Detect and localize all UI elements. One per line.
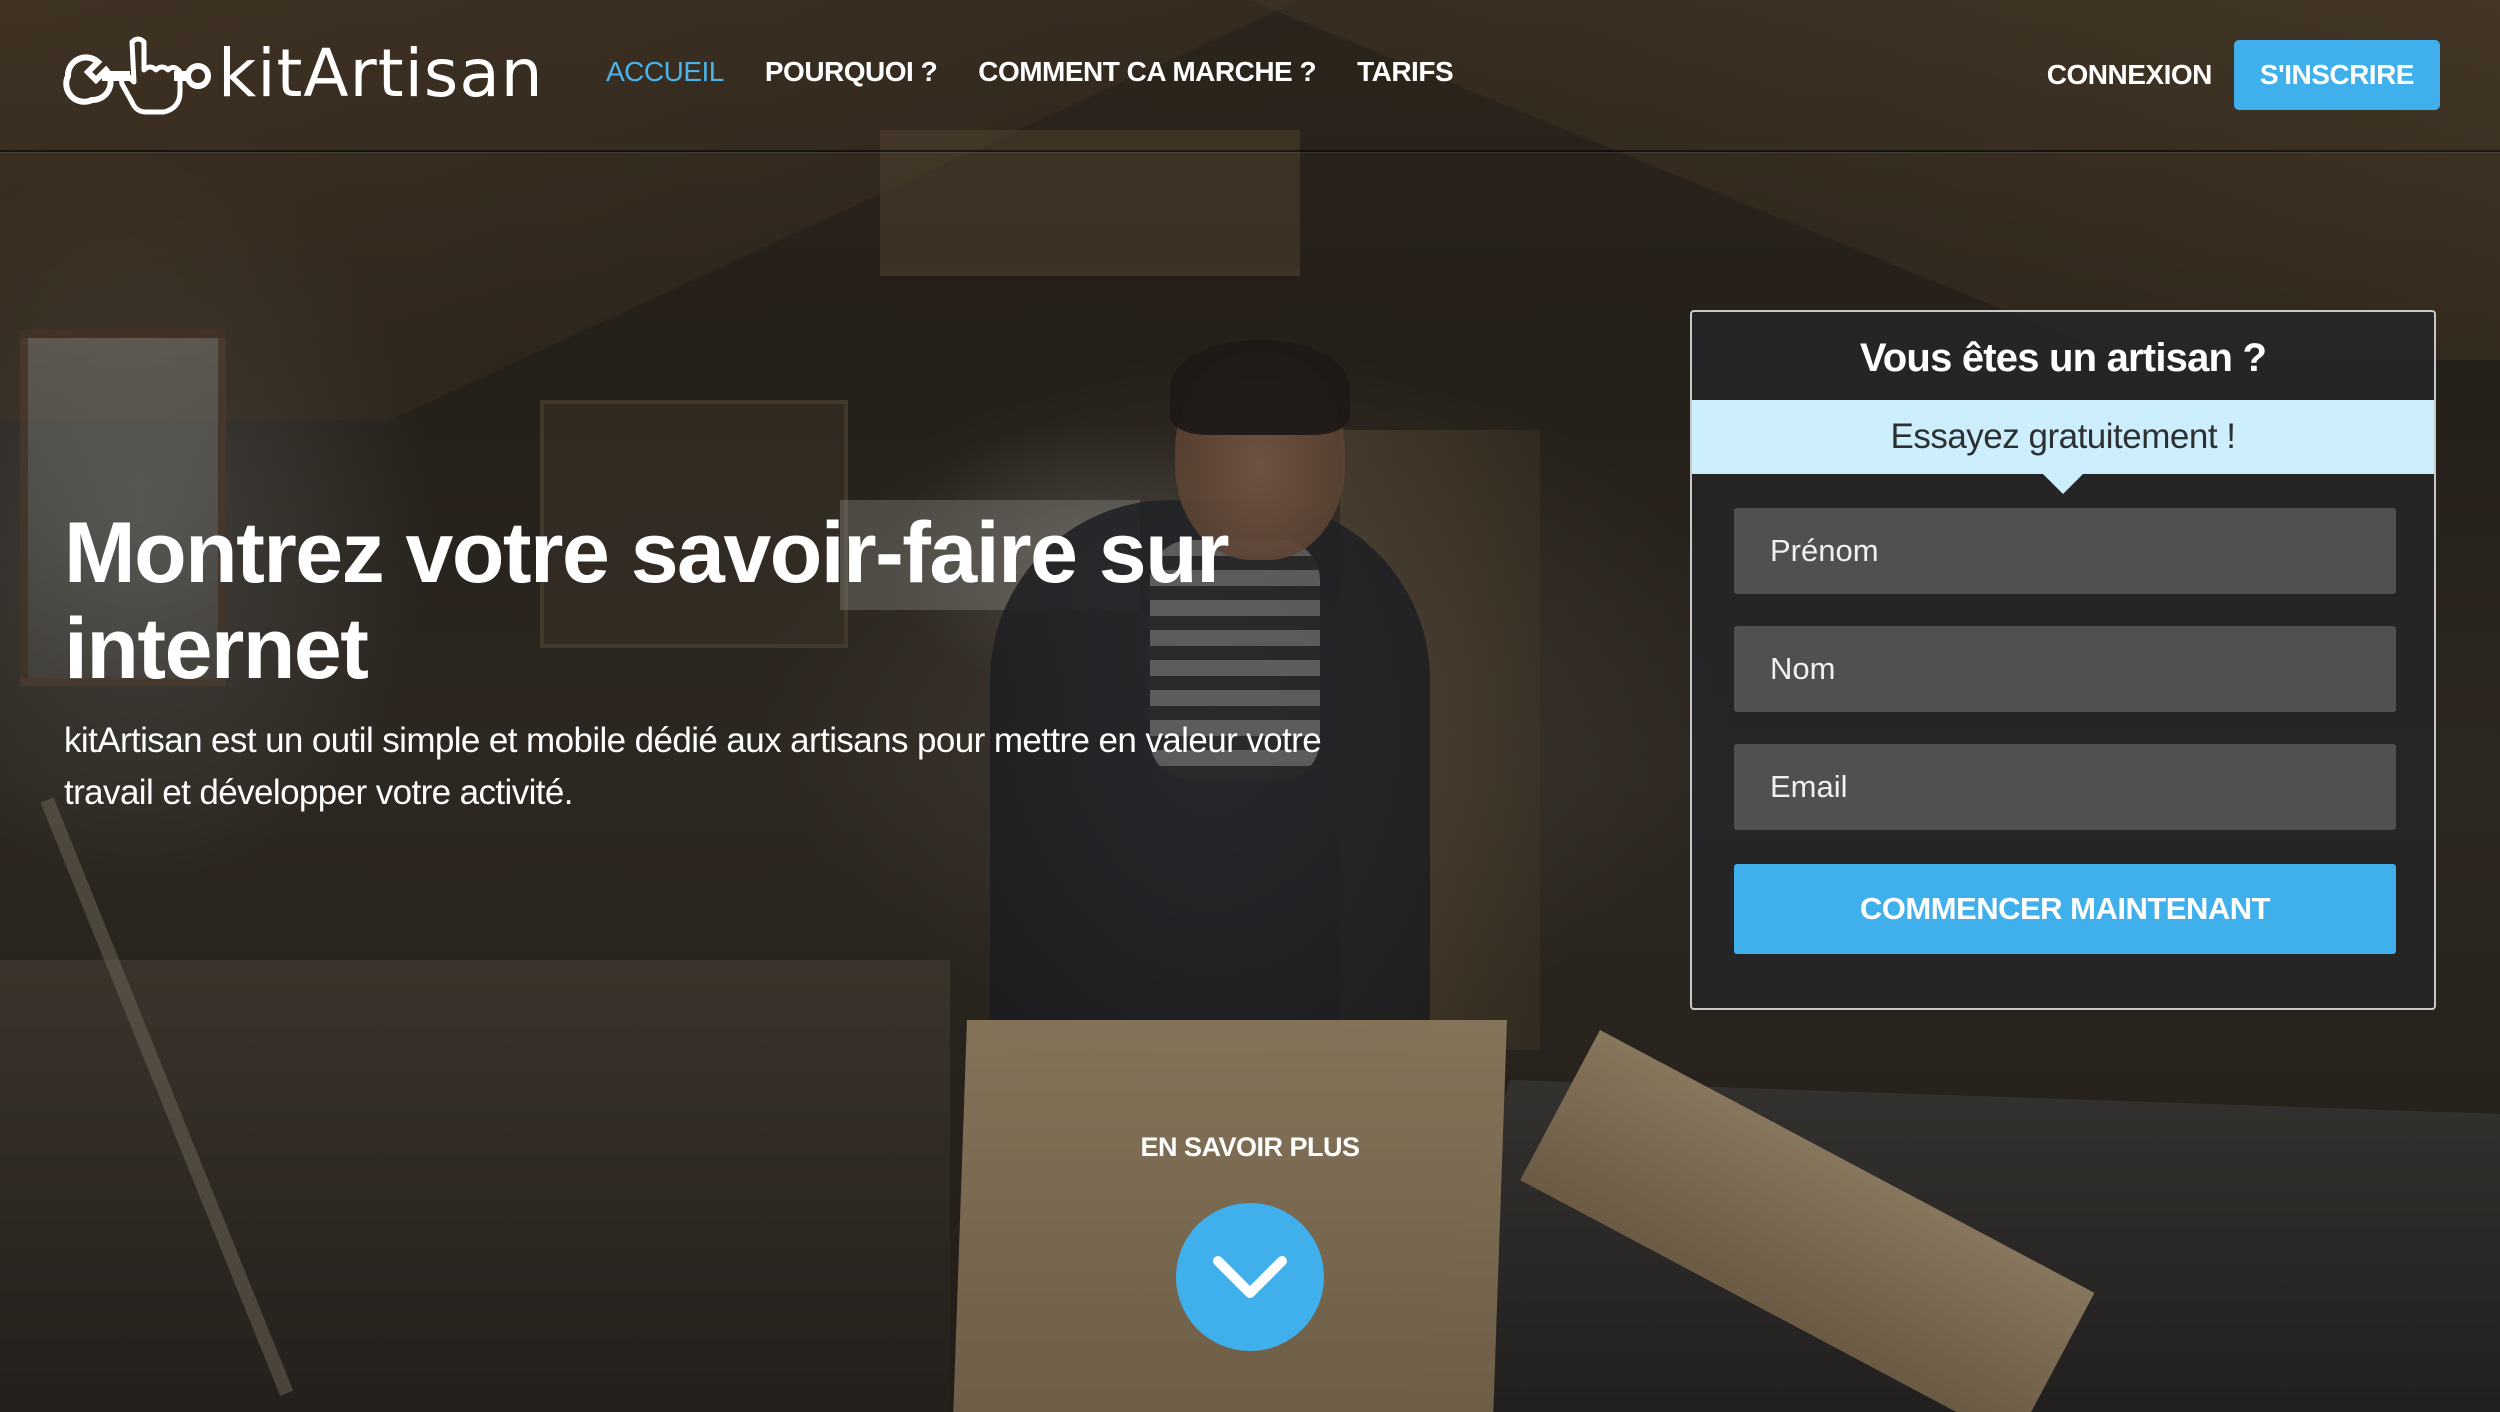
nav-link-accueil[interactable]: ACCUEIL (606, 56, 724, 88)
chevron-down-icon (1213, 1256, 1287, 1298)
start-now-button[interactable]: COMMENCER MAINTENANT (1734, 864, 2396, 954)
hero-subtitle: kitArtisan est un outil simple et mobile… (64, 721, 1322, 812)
nav-account-actions: CONNEXION S'INSCRIRE (2047, 40, 2440, 110)
free-trial-banner: Essayez gratuitement ! (1692, 400, 2434, 494)
learn-more-section: EN SAVOIR PLUS (1100, 1132, 1400, 1351)
signup-card: Vous êtes un artisan ? Essayez gratuitem… (1690, 310, 2436, 1010)
top-navbar: kitArtisan ACCUEIL POURQUOI ? COMMENT CA… (0, 0, 2500, 152)
brand-logo[interactable]: kitArtisan (62, 28, 544, 118)
scroll-down-button[interactable] (1176, 1203, 1324, 1351)
hero-title: Montrez votre savoir-faire sur internet (64, 505, 1230, 697)
nav-link-pourquoi[interactable]: POURQUOI ? (765, 56, 938, 88)
main-nav: ACCUEIL POURQUOI ? COMMENT CA MARCHE ? T… (606, 56, 1494, 88)
hero-section: Montrez votre savoir-faire sur internet … (64, 505, 1464, 819)
email-field[interactable] (1734, 744, 2396, 830)
signup-button[interactable]: S'INSCRIRE (2233, 40, 2440, 110)
login-link[interactable]: CONNEXION (2047, 59, 2213, 91)
landing-page: kitArtisan ACCUEIL POURQUOI ? COMMENT CA… (0, 0, 2500, 1412)
nav-link-comment-ca-marche[interactable]: COMMENT CA MARCHE ? (978, 56, 1316, 88)
brand-name: kitArtisan (218, 34, 544, 112)
nav-link-tarifs[interactable]: TARIFS (1357, 56, 1454, 88)
signup-card-title: Vous êtes un artisan ? (1859, 336, 2267, 380)
wrench-hand-cursor-icon (63, 36, 211, 115)
learn-more-label[interactable]: EN SAVOIR PLUS (1100, 1132, 1400, 1163)
signup-form: COMMENCER MAINTENANT (1734, 508, 2396, 954)
last-name-field[interactable] (1734, 626, 2396, 712)
first-name-field[interactable] (1734, 508, 2396, 594)
